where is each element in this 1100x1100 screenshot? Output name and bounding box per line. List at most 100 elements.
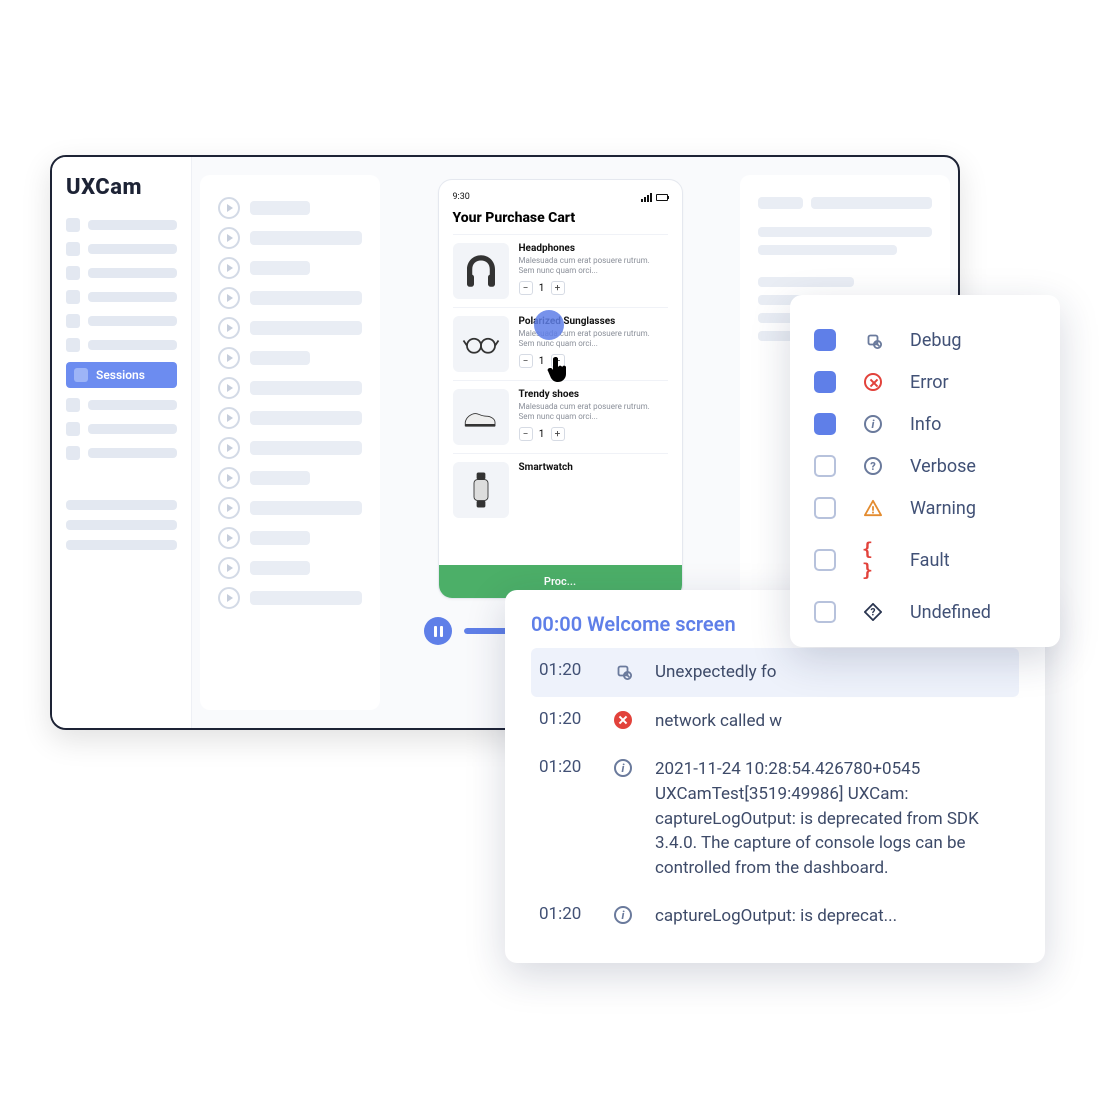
filter-label: Undefined [910, 602, 991, 623]
product-thumb-smartwatch [453, 462, 509, 518]
filter-item-undefined[interactable]: ? Undefined [814, 591, 1036, 633]
log-message: network called w [655, 709, 1011, 734]
session-list-item[interactable] [218, 227, 362, 249]
checkbox-icon[interactable] [814, 455, 836, 477]
session-list [200, 175, 380, 710]
session-list-item[interactable] [218, 467, 362, 489]
debug-icon [862, 331, 884, 349]
filter-item-verbose[interactable]: ? Verbose [814, 445, 1036, 487]
log-row[interactable]: 01:20 i 2021-11-24 10:28:54.426780+0545 … [531, 745, 1019, 892]
session-list-item[interactable] [218, 497, 362, 519]
fault-icon: { } [862, 539, 884, 581]
sessions-icon [74, 368, 88, 382]
sidebar-item-sessions[interactable]: Sessions [66, 362, 177, 388]
play-icon [218, 257, 240, 279]
logo: UXCam [66, 171, 177, 218]
checkbox-icon[interactable] [814, 329, 836, 351]
error-icon [613, 709, 633, 729]
nav-item-placeholder[interactable] [66, 540, 177, 550]
qty-minus-button[interactable]: − [519, 427, 533, 441]
checkbox-icon[interactable] [814, 413, 836, 435]
log-timestamp: 01:20 [539, 660, 591, 680]
session-list-item[interactable] [218, 407, 362, 429]
nav-item-placeholder[interactable] [66, 290, 177, 304]
log-row[interactable]: 01:20 i captureLogOutput: is deprecat... [531, 892, 1019, 941]
pause-button[interactable] [424, 617, 452, 645]
checkbox-icon[interactable] [814, 601, 836, 623]
device-statusbar: 9:30 [453, 192, 668, 202]
sidebar: UXCam Sessions [52, 157, 192, 728]
session-list-item[interactable] [218, 257, 362, 279]
nav-label: Sessions [96, 368, 145, 382]
filter-label: Warning [910, 498, 976, 519]
verbose-icon: ? [862, 457, 884, 475]
qty-minus-button[interactable]: − [519, 281, 533, 295]
filter-label: Verbose [910, 456, 976, 477]
log-row[interactable]: 01:20 network called w [531, 697, 1019, 746]
filter-label: Fault [910, 550, 950, 571]
nav-item-placeholder[interactable] [66, 218, 177, 232]
product-name: Headphones [519, 243, 668, 254]
filter-label: Error [910, 372, 949, 393]
warning-icon [862, 499, 884, 517]
nav-item-placeholder[interactable] [66, 520, 177, 530]
qty-value: 1 [537, 429, 547, 440]
filter-item-error[interactable]: Error [814, 361, 1036, 403]
product-desc: Malesuada cum erat posuere rutrum. Sem n… [519, 256, 668, 275]
session-list-item[interactable] [218, 347, 362, 369]
play-icon [218, 437, 240, 459]
battery-icon [656, 194, 668, 201]
device-frame: 9:30 Your Purchase Cart Headphones Males… [438, 179, 683, 599]
play-icon [218, 497, 240, 519]
log-timestamp: 01:20 [539, 757, 591, 777]
undefined-icon: ? [862, 603, 884, 621]
session-list-item[interactable] [218, 287, 362, 309]
nav-item-placeholder[interactable] [66, 500, 177, 510]
cart-title: Your Purchase Cart [453, 210, 668, 226]
checkbox-icon[interactable] [814, 549, 836, 571]
proceed-label: Proc... [544, 575, 576, 588]
nav-item-placeholder[interactable] [66, 398, 177, 412]
qty-plus-button[interactable]: + [551, 427, 565, 441]
nav-item-placeholder[interactable] [66, 314, 177, 328]
product-name: Trendy shoes [519, 389, 668, 400]
tap-indicator [534, 310, 564, 340]
session-list-item[interactable] [218, 557, 362, 579]
log-header-screen: Welcome screen [587, 612, 736, 636]
session-list-item[interactable] [218, 437, 362, 459]
session-list-item[interactable] [218, 197, 362, 219]
play-icon [218, 227, 240, 249]
nav-item-placeholder[interactable] [66, 338, 177, 352]
cart-item[interactable]: Headphones Malesuada cum erat posuere ru… [453, 234, 668, 307]
nav-item-placeholder[interactable] [66, 422, 177, 436]
log-message: Unexpectedly fo [655, 660, 1011, 685]
checkbox-icon[interactable] [814, 371, 836, 393]
log-row[interactable]: 01:20 Unexpectedly fo [531, 648, 1019, 697]
play-icon [218, 197, 240, 219]
product-desc: Malesuada cum erat posuere rutrum. Sem n… [519, 402, 668, 421]
error-icon [862, 373, 884, 391]
session-list-item[interactable] [218, 317, 362, 339]
nav-item-placeholder[interactable] [66, 446, 177, 460]
play-icon [218, 407, 240, 429]
filter-item-debug[interactable]: Debug [814, 319, 1036, 361]
nav-item-placeholder[interactable] [66, 242, 177, 256]
filter-item-info[interactable]: i Info [814, 403, 1036, 445]
filter-item-fault[interactable]: { } Fault [814, 529, 1036, 591]
session-list-item[interactable] [218, 527, 362, 549]
filter-item-warning[interactable]: Warning [814, 487, 1036, 529]
checkbox-icon[interactable] [814, 497, 836, 519]
session-list-item[interactable] [218, 587, 362, 609]
svg-text:?: ? [871, 608, 876, 619]
play-icon [218, 377, 240, 399]
session-list-item[interactable] [218, 377, 362, 399]
qty-plus-button[interactable]: + [551, 281, 565, 295]
log-message: 2021-11-24 10:28:54.426780+0545 UXCamTes… [655, 757, 1011, 880]
cart-item[interactable]: Smartwatch [453, 453, 668, 526]
cart-item[interactable]: Trendy shoes Malesuada cum erat posuere … [453, 380, 668, 453]
play-icon [218, 317, 240, 339]
qty-minus-button[interactable]: − [519, 354, 533, 368]
log-timestamp: 01:20 [539, 709, 591, 729]
nav-item-placeholder[interactable] [66, 266, 177, 280]
play-icon [218, 287, 240, 309]
